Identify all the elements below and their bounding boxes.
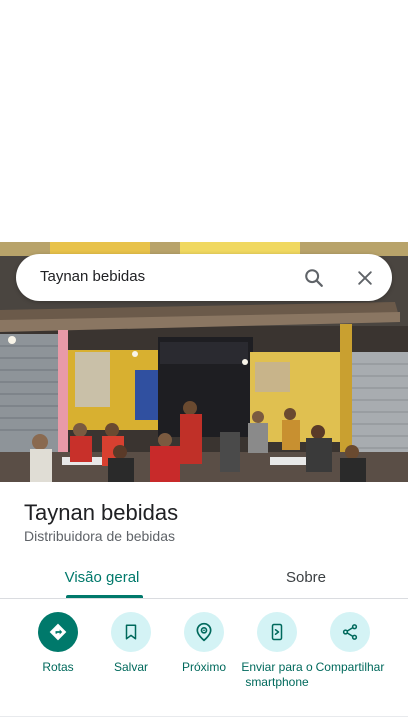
share-label: Compartilhar [315,660,385,674]
send-to-phone-button[interactable]: Enviar para o smartphone [239,612,315,690]
share-button-circle[interactable] [330,612,370,652]
search-bar[interactable]: Taynan bebidas [16,254,392,301]
directions-label: Rotas [42,660,74,674]
directions-button-circle[interactable] [38,612,78,652]
send-to-phone-label: Enviar para o smartphone [241,660,313,689]
tab-bar: Visão geral Sobre [0,556,408,599]
save-label: Salvar [113,660,148,674]
place-title: Taynan bebidas [24,500,179,525]
directions-icon [49,623,67,641]
send-to-phone-icon [271,623,283,641]
directions-button[interactable]: Rotas [20,612,96,675]
search-icon [305,269,323,287]
bottom-divider [0,716,408,717]
search-button[interactable] [299,263,329,293]
tab-overview[interactable]: Visão geral [0,556,204,599]
bookmark-icon [125,624,137,640]
close-icon [358,271,372,285]
nearby-icon [196,622,212,642]
send-to-phone-button-circle[interactable] [257,612,297,652]
share-icon [342,624,358,640]
search-input[interactable]: Taynan bebidas [40,268,145,285]
save-button[interactable]: Salvar [93,612,169,675]
nearby-label: Próximo [181,660,226,674]
active-tab-indicator [66,595,143,598]
action-row: Rotas Salvar Próximo Enviar para o smart… [0,612,408,712]
tab-about[interactable]: Sobre [204,556,408,599]
nearby-button[interactable]: Próximo [166,612,242,675]
nearby-button-circle[interactable] [184,612,224,652]
save-button-circle[interactable] [111,612,151,652]
clear-button[interactable] [350,263,380,293]
place-category: Distribuidora de bebidas [24,528,175,544]
share-button[interactable]: Compartilhar [312,612,388,675]
